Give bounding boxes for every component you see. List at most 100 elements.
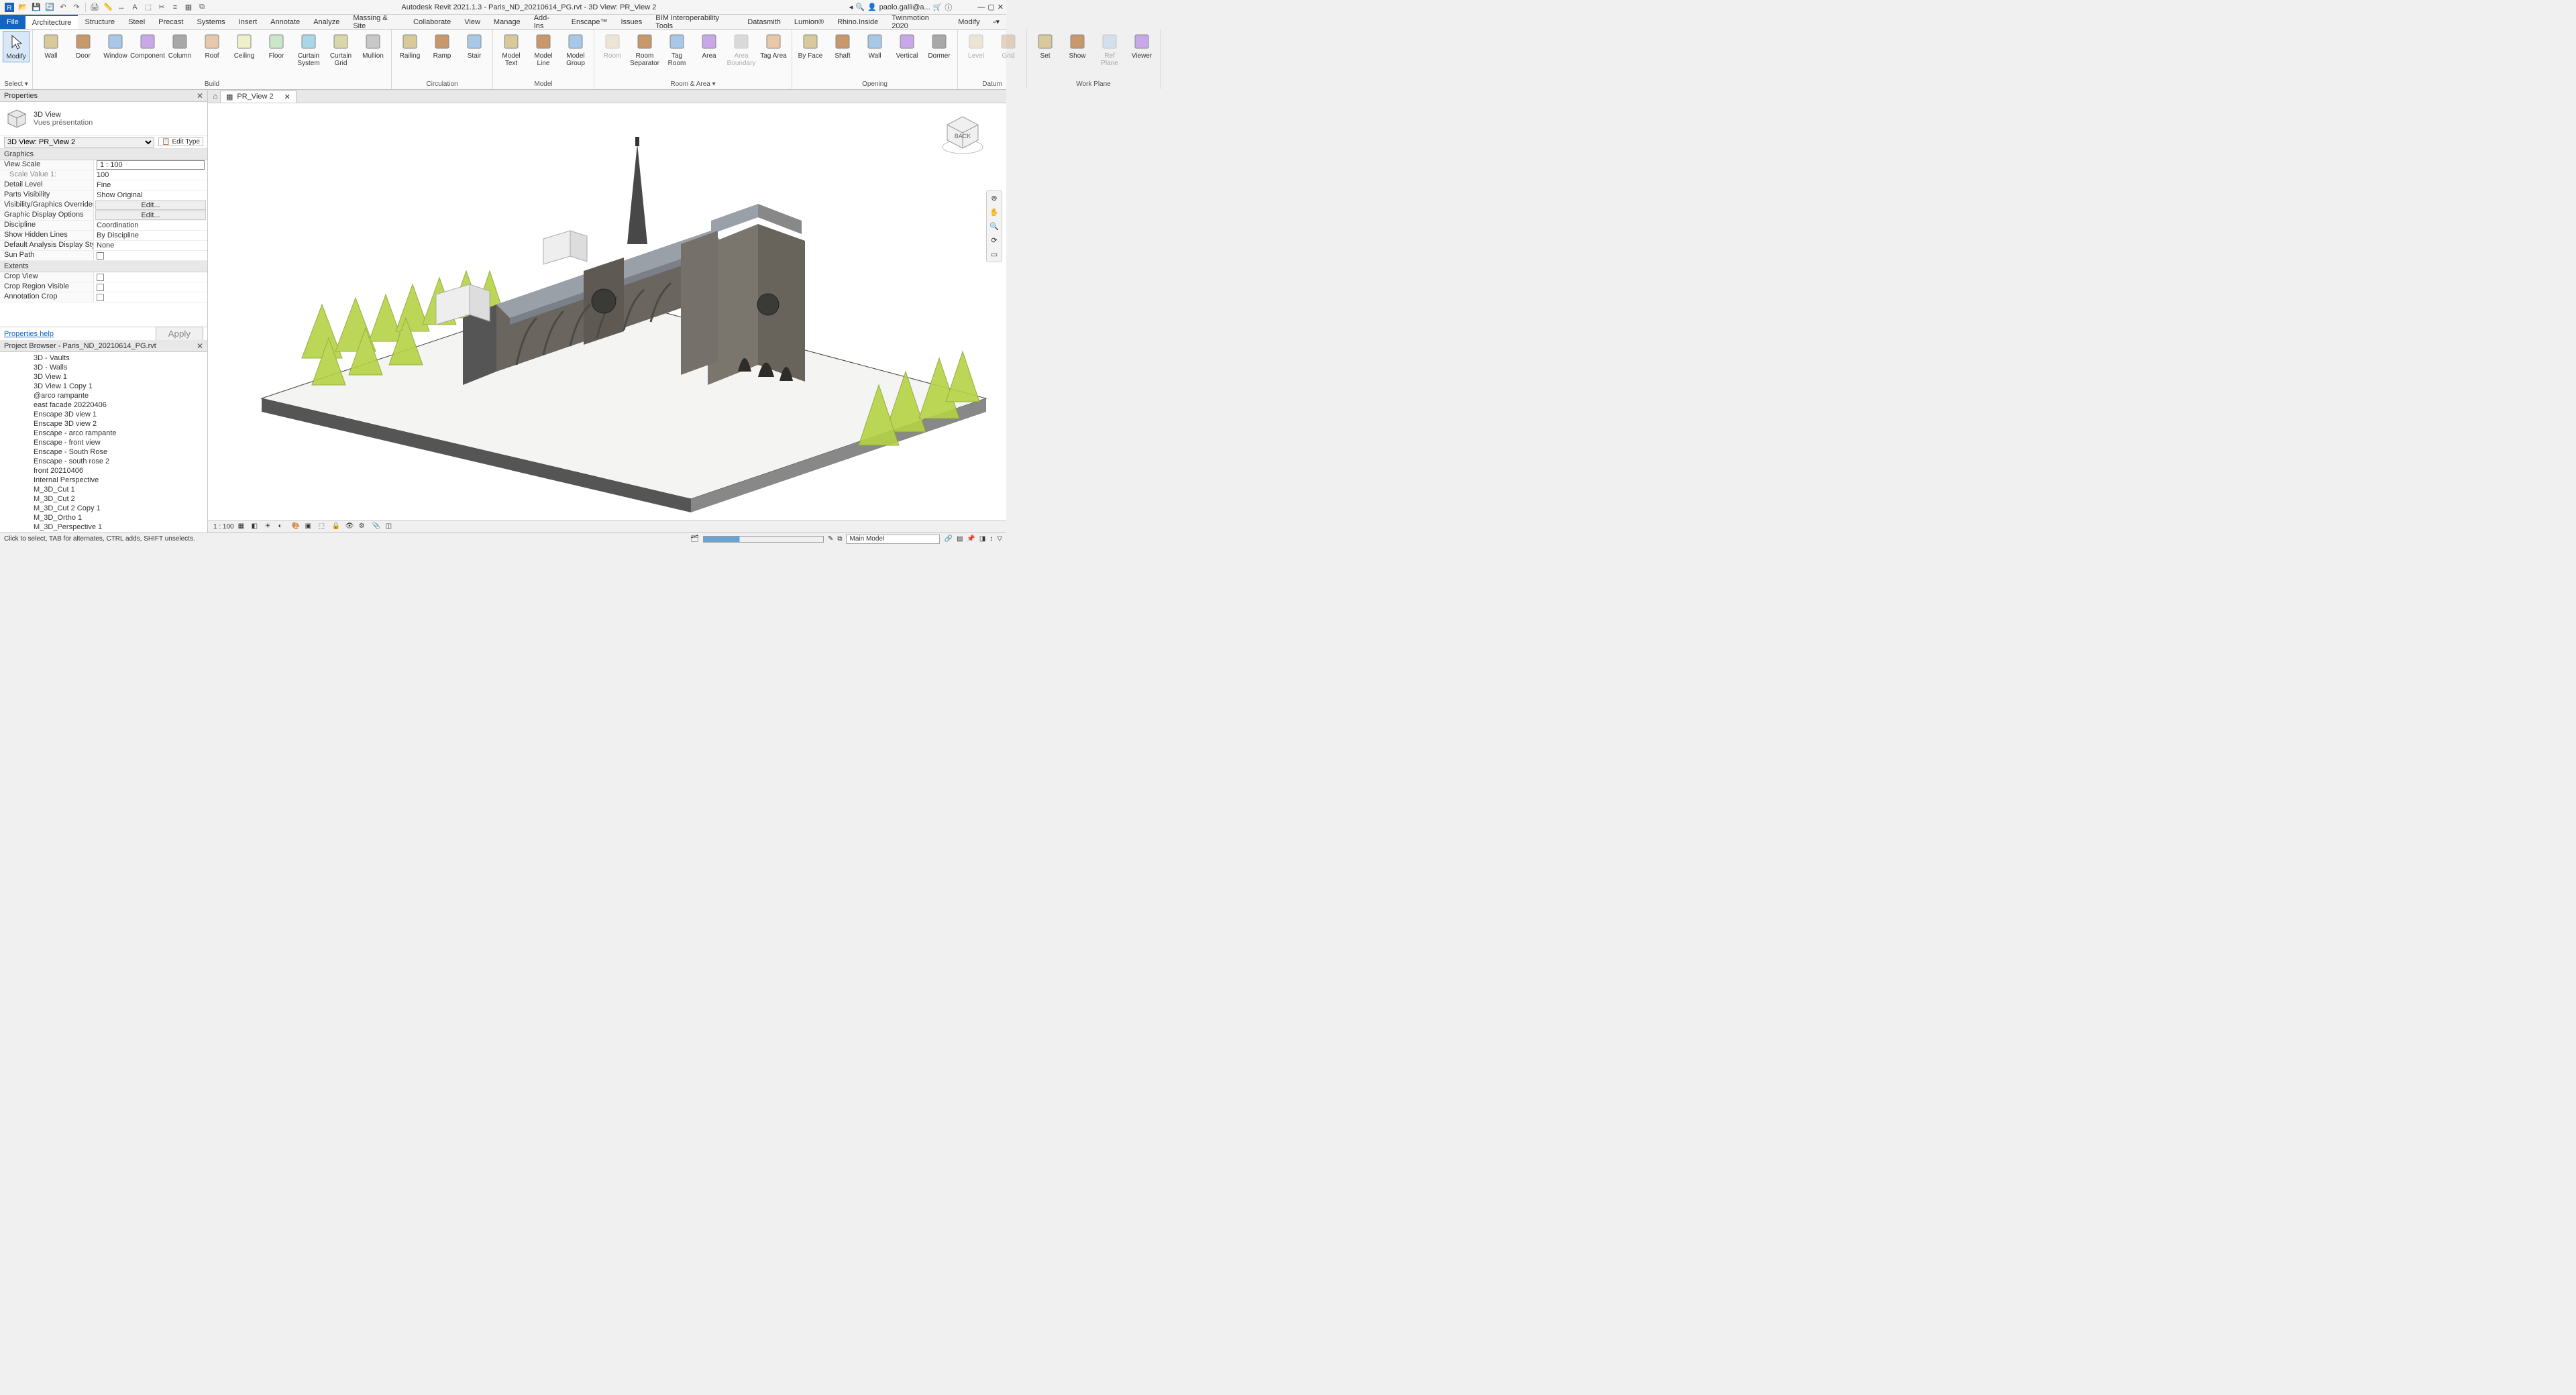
3d-icon[interactable]: ⬚ [142, 1, 154, 13]
lookat-icon[interactable]: ▭ [991, 250, 998, 259]
prop-row[interactable]: Sun Path [0, 251, 207, 261]
edit-type-button[interactable]: 📋 Edit Type [158, 137, 203, 146]
button-show[interactable]: Show [1062, 31, 1093, 61]
design-option-select[interactable]: Main Model [846, 535, 940, 544]
open-icon[interactable]: 📂 [17, 1, 29, 13]
button-floor[interactable]: Floor [261, 31, 292, 61]
button-dormer[interactable]: Dormer [924, 31, 955, 61]
reveal-icon[interactable]: ⚙ [359, 522, 368, 532]
tab-collaborate[interactable]: Collaborate [407, 15, 458, 29]
modify-button[interactable]: Modify [3, 31, 30, 62]
maximize-icon[interactable]: ▢ [987, 3, 994, 11]
button-window[interactable]: Window [100, 31, 131, 61]
tab-structure[interactable]: Structure [78, 15, 121, 29]
prop-row[interactable]: View Scale1 : 100 [0, 160, 207, 170]
worksets-icon[interactable]: 🗂 [690, 535, 699, 543]
element-filter[interactable]: 3D View: PR_View 2 [4, 137, 154, 148]
measure-icon[interactable]: 📏 [102, 1, 114, 13]
button-model-line[interactable]: Model Line [528, 31, 559, 68]
temp-hide-icon[interactable]: 👁 [345, 522, 355, 532]
close-icon[interactable]: ✕ [197, 341, 203, 351]
close-icon[interactable]: ✕ [197, 91, 203, 101]
button-room-separator[interactable]: Room Separator [629, 31, 660, 68]
browser-item[interactable]: M_3D_Perspective 1 [0, 522, 207, 532]
browser-item[interactable]: 3D - Walls [0, 363, 207, 372]
browser-item[interactable]: M_3D_Cut 2 Copy 1 [0, 504, 207, 513]
button-railing[interactable]: Railing [394, 31, 425, 61]
checkbox[interactable] [97, 294, 104, 301]
prop-row[interactable]: Crop View [0, 272, 207, 282]
editable-only-icon[interactable]: ✎ [828, 535, 833, 543]
tab-rhino[interactable]: Rhino.Inside [830, 15, 885, 29]
button-shaft[interactable]: Shaft [827, 31, 858, 61]
button-vertical[interactable]: Vertical [892, 31, 922, 61]
button-viewer[interactable]: Viewer [1126, 31, 1157, 61]
tab-precast[interactable]: Precast [152, 15, 190, 29]
button-column[interactable]: Column [164, 31, 195, 61]
checkbox[interactable] [97, 284, 104, 291]
browser-item[interactable]: Internal Perspective [0, 476, 207, 485]
redo-icon[interactable]: ↷ [70, 1, 83, 13]
switch-icon[interactable]: ⧉ [196, 1, 208, 13]
type-selector[interactable]: 3D View Vues présentation [0, 102, 207, 135]
orbit-icon[interactable]: ⟳ [991, 236, 997, 245]
tab-massing[interactable]: Massing & Site [346, 15, 407, 29]
viewcube[interactable]: BACK [939, 110, 986, 157]
button-tag-room[interactable]: Tag Room [661, 31, 692, 68]
project-browser-header[interactable]: Project Browser - Paris_ND_20210614_PG.r… [0, 340, 207, 352]
browser-item[interactable]: Enscape - South Rose [0, 447, 207, 457]
button-model-text[interactable]: Model Text [496, 31, 527, 68]
minimize-icon[interactable]: — [977, 3, 985, 11]
filter-icon[interactable]: ▽ [997, 535, 1002, 543]
group-extents[interactable]: Extents [0, 261, 207, 272]
button-by-face[interactable]: By Face [795, 31, 826, 61]
button-ceiling[interactable]: Ceiling [229, 31, 260, 61]
constraints-icon[interactable]: 📎 [372, 522, 382, 532]
prop-row[interactable]: Scale Value 1:100 [0, 170, 207, 180]
thinlines-icon[interactable]: ≡ [169, 1, 181, 13]
search-icon[interactable]: 🔍 [855, 3, 865, 11]
panel-room-label[interactable]: Room & Area ▾ [597, 79, 789, 89]
browser-item[interactable]: M_3D_Cut 2 [0, 494, 207, 504]
prop-row[interactable]: Show Hidden LinesBy Discipline [0, 231, 207, 241]
button-roof[interactable]: Roof [197, 31, 227, 61]
select-pinned-icon[interactable]: 📌 [967, 535, 975, 543]
analytical-icon[interactable]: ◫ [386, 522, 395, 532]
prop-row[interactable]: Default Analysis Display StyleNone [0, 241, 207, 251]
browser-item[interactable]: Enscape - south rose 2 [0, 457, 207, 466]
browser-item[interactable]: 3D View 1 Copy 1 [0, 382, 207, 391]
cart-icon[interactable]: 🛒 [933, 3, 943, 11]
user-name[interactable]: paolo.galli@a... [879, 3, 930, 11]
infocenter-arrow-icon[interactable]: ◂ [849, 3, 853, 11]
prop-row[interactable]: Crop Region Visible [0, 282, 207, 292]
section-icon[interactable]: ✂ [156, 1, 168, 13]
tab-addins[interactable]: Add-Ins [527, 15, 565, 29]
tab-datasmith[interactable]: Datasmith [741, 15, 788, 29]
prop-row[interactable]: Visibility/Graphics OverridesEdit... [0, 201, 207, 211]
tab-file[interactable]: File [0, 15, 25, 29]
tab-bim[interactable]: BIM Interoperability Tools [649, 15, 741, 29]
browser-item[interactable]: @arco rampante [0, 391, 207, 400]
shadows-icon[interactable]: ◐ [278, 522, 288, 532]
project-browser[interactable]: 3D - Vaults3D - Walls3D View 13D View 1 … [0, 352, 207, 533]
close-window-icon[interactable]: ✕ [998, 3, 1004, 11]
button-stair[interactable]: Stair [459, 31, 490, 61]
browser-item[interactable]: front 20210406 [0, 466, 207, 476]
browser-item[interactable]: 3D - Vaults [0, 353, 207, 363]
prop-row[interactable]: Detail LevelFine [0, 180, 207, 190]
properties-help-link[interactable]: Properties help [4, 330, 54, 338]
prop-row[interactable]: Parts VisibilityShow Original [0, 190, 207, 201]
drawing-canvas[interactable]: BACK ⊚ ✋ 🔍 ⟳ ▭ [208, 103, 1006, 520]
browser-item[interactable]: M_3D_Cut 1 [0, 485, 207, 494]
prop-row[interactable]: DisciplineCoordination [0, 221, 207, 231]
print-icon[interactable]: 🖨 [89, 1, 101, 13]
design-options-icon[interactable]: ⧉ [837, 535, 842, 543]
prop-row[interactable]: Graphic Display OptionsEdit... [0, 211, 207, 221]
browser-item[interactable]: Enscape 3D view 1 [0, 410, 207, 419]
panel-select-label[interactable]: Select ▾ [3, 79, 30, 89]
tab-view[interactable]: View [458, 15, 487, 29]
properties-header[interactable]: Properties ✕ [0, 90, 207, 102]
tab-architecture[interactable]: Architecture [25, 15, 78, 29]
button-ramp[interactable]: Ramp [427, 31, 458, 61]
navigation-bar[interactable]: ⊚ ✋ 🔍 ⟳ ▭ [986, 190, 1002, 262]
